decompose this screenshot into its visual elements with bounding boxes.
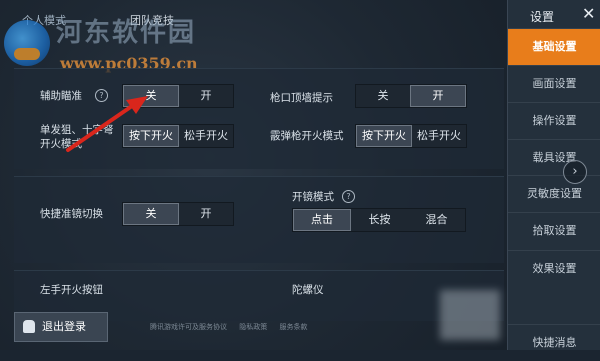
annotation-arrow [66, 96, 148, 152]
